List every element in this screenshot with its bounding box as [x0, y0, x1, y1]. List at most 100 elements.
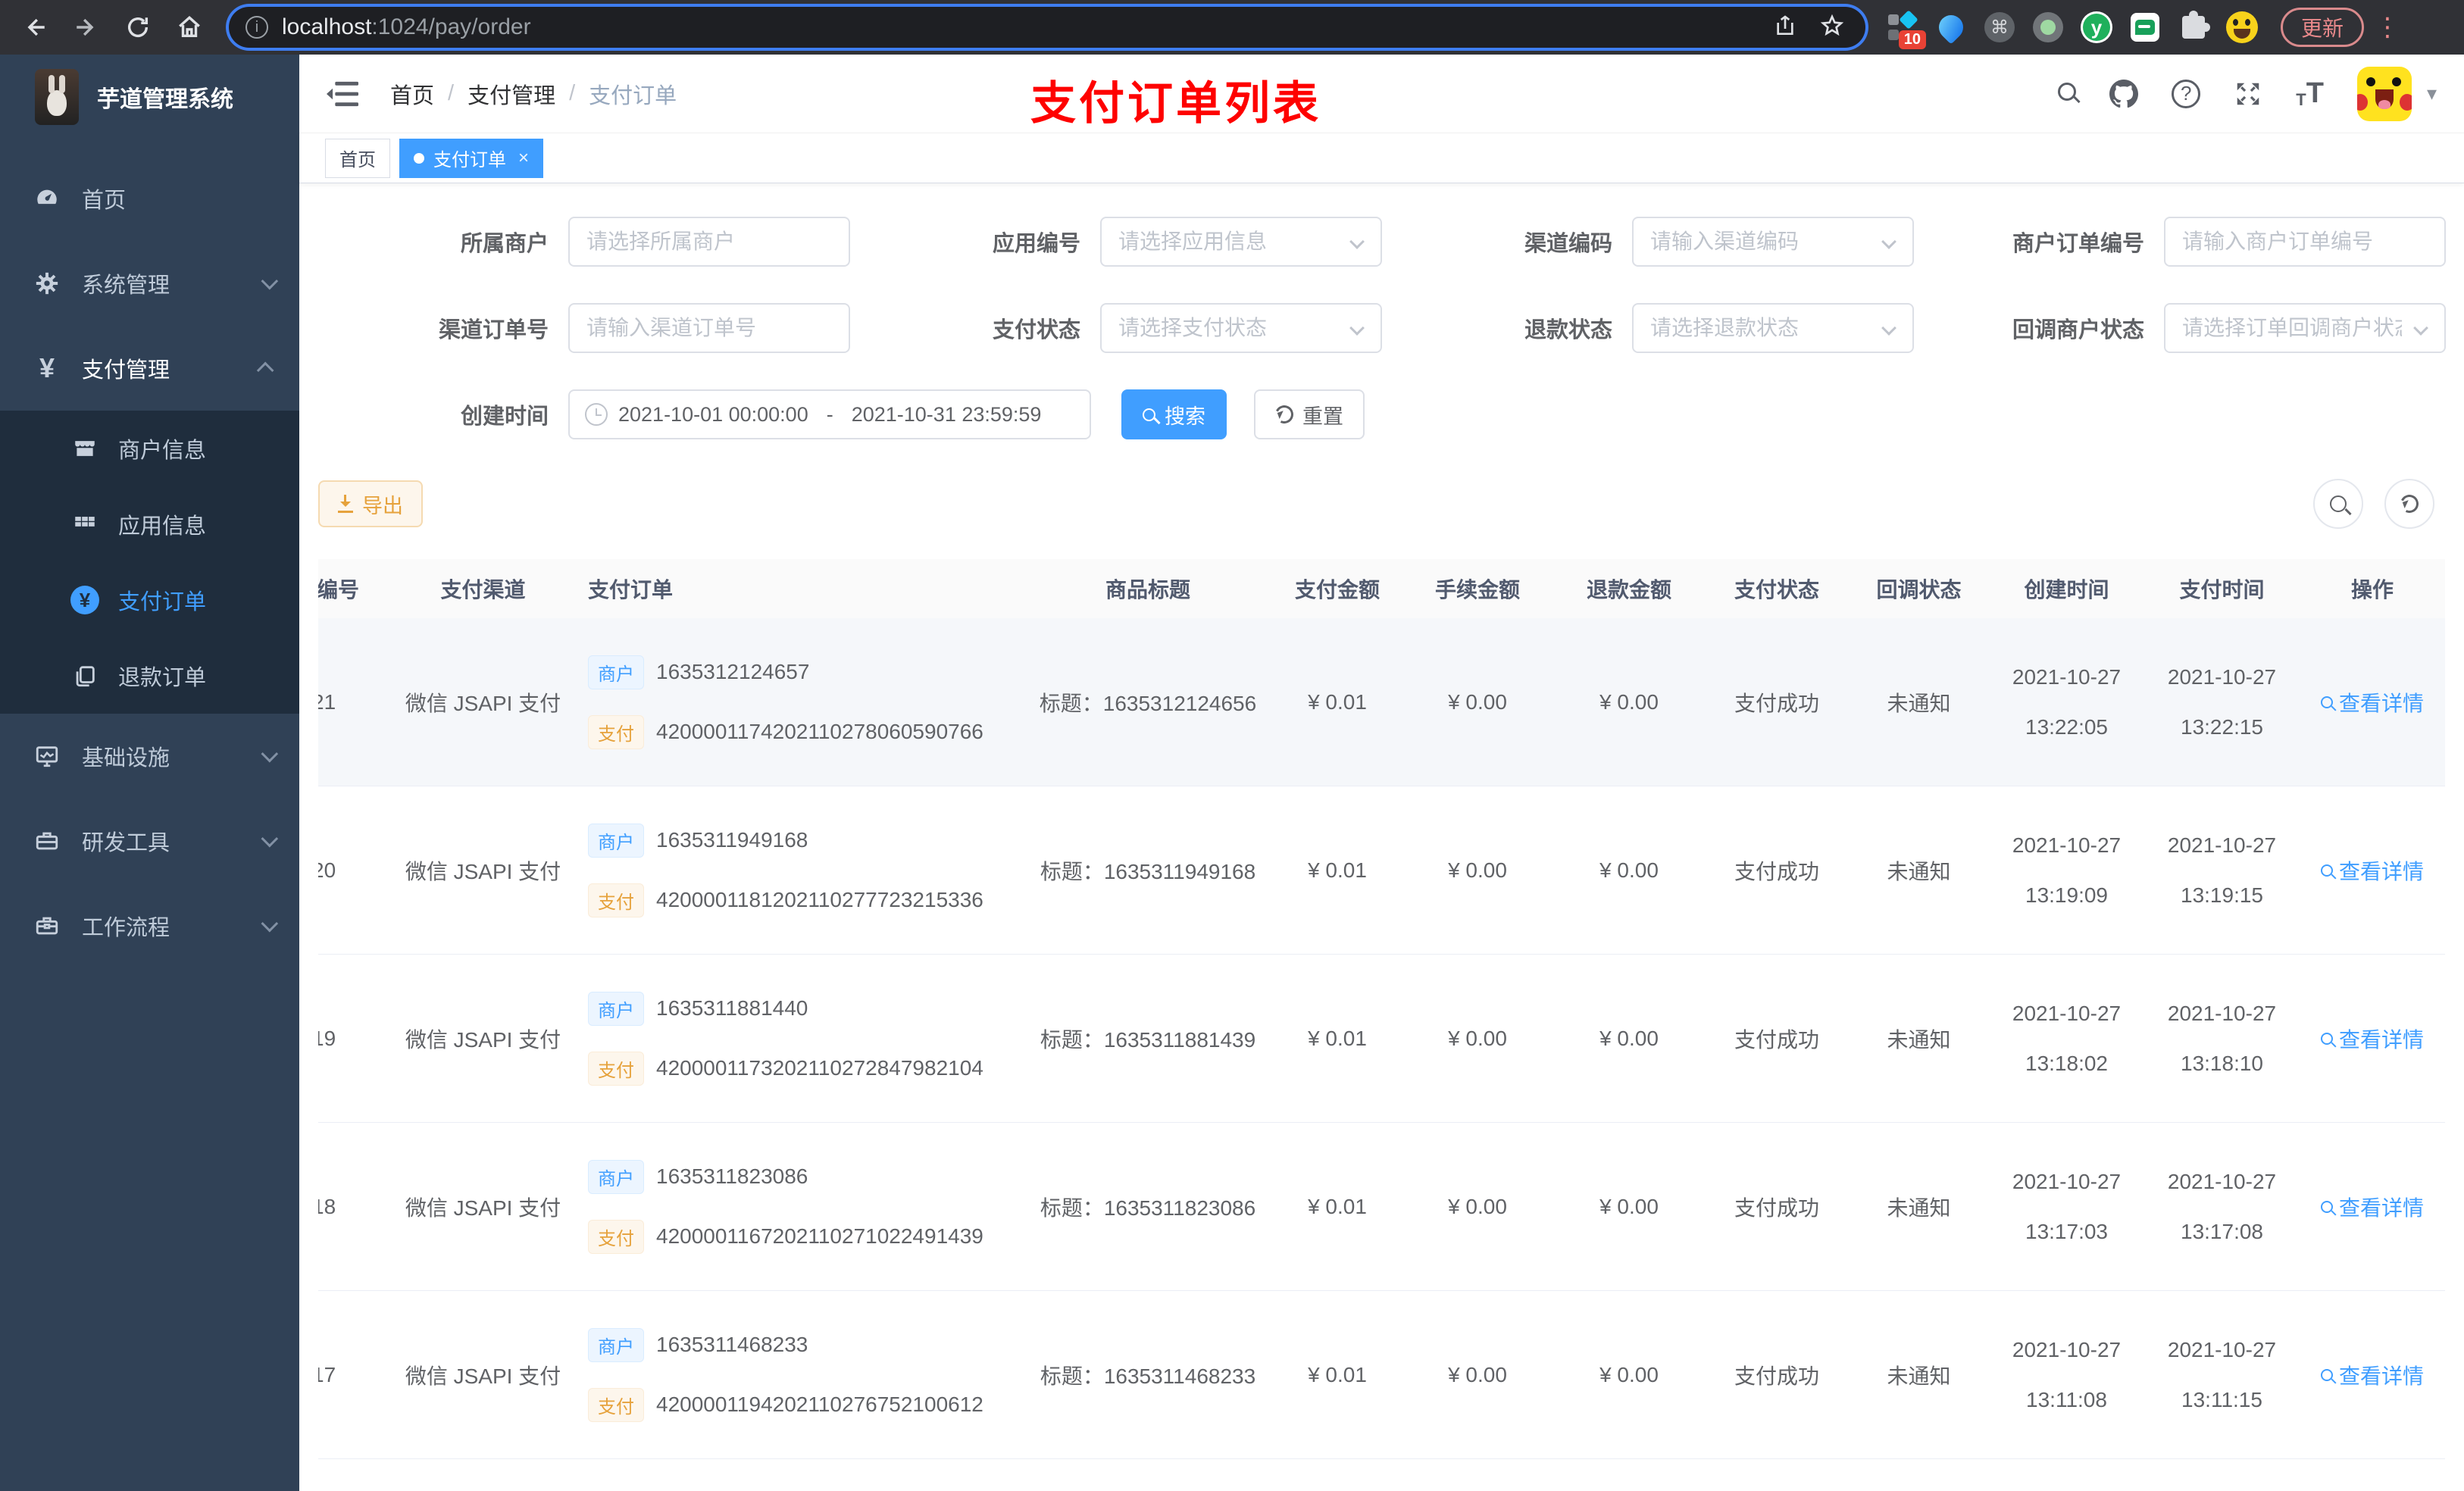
cell-fee: ¥ 0.00 [1448, 1194, 1507, 1218]
merchant-select[interactable] [568, 217, 850, 267]
cell-amount: ¥ 0.01 [1308, 1362, 1367, 1386]
table-row[interactable]: 18 微信 JSAPI 支付 商户1635311823086 支付4200001… [318, 1123, 2445, 1291]
cell-pay-time: 2021-10-27 13:22:15 [2167, 664, 2277, 739]
table-row[interactable]: 21 微信 JSAPI 支付 商户1635312124657 支付4200001… [318, 618, 2445, 786]
extension-grid-icon[interactable]: 10 [1887, 10, 1926, 49]
cell-refund: ¥ 0.00 [1599, 1194, 1659, 1218]
chevron-down-icon [261, 914, 279, 933]
cell-notify: 未通知 [1887, 1027, 1951, 1052]
sidebar-item-pay-order[interactable]: ¥ 支付订单 [0, 562, 299, 638]
font-size-icon[interactable]: TT [2296, 77, 2324, 110]
site-info-icon[interactable]: i [245, 16, 268, 39]
cell-status: 支付成功 [1734, 1196, 1819, 1220]
view-detail-link[interactable]: 查看详情 [2320, 1024, 2424, 1054]
browser-update-button[interactable]: 更新 [2281, 8, 2365, 47]
table-row[interactable]: 商户1635311251796 [318, 1459, 2445, 1491]
cell-amount: ¥ 0.01 [1308, 689, 1367, 714]
order-table: 编号 支付渠道 支付订单 商品标题 支付金额 手续金额 退款金额 支付状态 回调… [318, 559, 2445, 1491]
fullscreen-icon[interactable] [2234, 80, 2262, 108]
channel-order-no-input[interactable] [568, 303, 850, 353]
home-icon[interactable] [173, 11, 206, 44]
sidebar-item-system[interactable]: 系统管理 [0, 241, 299, 326]
create-time-range-picker[interactable]: 2021-10-01 00:00:00 - 2021-10-31 23:59:5… [568, 389, 1091, 439]
cell-actions: 查看详情 [2300, 687, 2445, 717]
merchant-tag: 商户 [588, 655, 644, 689]
sidebar-item-infrastructure[interactable]: 基础设施 [0, 714, 299, 799]
refresh-table-button[interactable] [2384, 479, 2434, 529]
view-detail-link[interactable]: 查看详情 [2320, 1192, 2424, 1222]
reset-button[interactable]: 重置 [1254, 389, 1365, 439]
cell-order-no: 商户 1635311823086 支付 4200001167202110271022… [583, 1151, 1023, 1263]
cell-create-time: 2021-10-27 13:22:05 [2012, 664, 2122, 739]
export-button[interactable]: 导出 [318, 480, 423, 527]
sidebar-item-refund-order[interactable]: 退款订单 [0, 638, 299, 714]
cell-refund: ¥ 0.00 [1599, 1026, 1659, 1050]
view-detail-link[interactable]: 查看详情 [2320, 855, 2424, 886]
cell-notify: 未通知 [1887, 691, 1951, 715]
cell-amount: ¥ 0.01 [1308, 858, 1367, 882]
tag-pay-order[interactable]: 支付订单 × [399, 138, 544, 178]
extension-pin-icon[interactable] [1934, 10, 1968, 45]
channel-code-select[interactable] [1632, 217, 1914, 267]
tags-bar: 首页 支付订单 × [299, 133, 2464, 183]
cell-status: 支付成功 [1734, 859, 1819, 883]
shop-icon [70, 433, 100, 464]
monitor-icon [32, 741, 62, 771]
extension-record-icon[interactable] [2032, 11, 2064, 43]
table-row[interactable]: 20 微信 JSAPI 支付 商户1635311949168 支付4200001… [318, 786, 2445, 955]
logo-image [35, 69, 79, 125]
extensions-puzzle-icon[interactable] [2178, 11, 2210, 43]
collapse-sidebar-icon[interactable] [325, 79, 360, 109]
cell-title: 标题：1635312124656 [1039, 691, 1257, 715]
table-row[interactable]: 19 微信 JSAPI 支付 商户1635311881440 支付4200001… [318, 955, 2445, 1123]
sidebar-item-app-info[interactable]: 应用信息 [0, 486, 299, 562]
cell-fee: ¥ 0.00 [1448, 858, 1507, 882]
browser-menu-icon[interactable]: ⋮ [2375, 12, 2400, 42]
extension-y-icon[interactable]: y [2081, 11, 2112, 43]
pay-status-select[interactable] [1100, 303, 1382, 353]
sidebar-item-dev-tools[interactable]: 研发工具 [0, 799, 299, 883]
cell-status: 支付成功 [1734, 691, 1819, 715]
extension-chat-icon[interactable] [2129, 11, 2161, 43]
sidebar-item-home[interactable]: 首页 [0, 156, 299, 241]
profile-avatar-icon[interactable] [2226, 11, 2258, 43]
back-icon[interactable] [18, 11, 52, 44]
merchant-tag: 商户 [588, 991, 644, 1026]
cell-notify: 未通知 [1887, 859, 1951, 883]
sidebar-item-payment[interactable]: ¥ 支付管理 [0, 326, 299, 411]
page-annotation-title: 支付订单列表 [1030, 78, 1321, 129]
search-button[interactable]: 搜索 [1121, 389, 1227, 439]
help-icon[interactable]: ? [2172, 79, 2201, 108]
tag-home[interactable]: 首页 [325, 138, 390, 178]
extension-command-icon[interactable]: ⌘ [1984, 11, 2015, 43]
sidebar-item-merchant-info[interactable]: 商户信息 [0, 411, 299, 486]
view-detail-link[interactable]: 查看详情 [2320, 687, 2424, 717]
merchant-order-no-input[interactable] [2164, 217, 2446, 267]
table-row[interactable]: 17 微信 JSAPI 支付 商户1635311468233 支付4200001… [318, 1291, 2445, 1459]
cell-refund: ¥ 0.00 [1599, 858, 1659, 882]
app-select[interactable] [1100, 217, 1382, 267]
share-icon[interactable] [1773, 14, 1797, 42]
cell-actions: 查看详情 [2300, 1192, 2445, 1222]
url-bar[interactable]: i localhost:1024/pay/order [229, 7, 1865, 48]
search-icon[interactable] [2058, 83, 2077, 105]
search-icon [2320, 695, 2333, 708]
view-detail-link[interactable]: 查看详情 [2320, 1360, 2424, 1390]
breadcrumb-payment[interactable]: 支付管理 [467, 78, 555, 110]
show-search-button[interactable] [2313, 479, 2363, 529]
reload-icon[interactable] [121, 11, 155, 44]
notify-status-select[interactable] [2164, 303, 2446, 353]
merchant-tag: 商户 [588, 823, 644, 858]
refund-status-select[interactable] [1632, 303, 1914, 353]
user-avatar[interactable] [2356, 66, 2412, 121]
avatar-caret-icon[interactable]: ▾ [2427, 82, 2437, 105]
close-icon[interactable]: × [518, 148, 529, 169]
extensions-bar: 10 ⌘ y [1887, 10, 2258, 49]
github-icon[interactable] [2109, 79, 2139, 108]
breadcrumb-home[interactable]: 首页 [390, 78, 434, 110]
cell-create-time: 2021-10-27 13:19:09 [2012, 833, 2122, 907]
cell-channel: 微信 JSAPI 支付 [405, 859, 561, 883]
forward-icon[interactable] [70, 11, 103, 44]
sidebar-item-workflow[interactable]: 工作流程 [0, 883, 299, 968]
bookmark-star-icon[interactable] [1820, 14, 1844, 42]
